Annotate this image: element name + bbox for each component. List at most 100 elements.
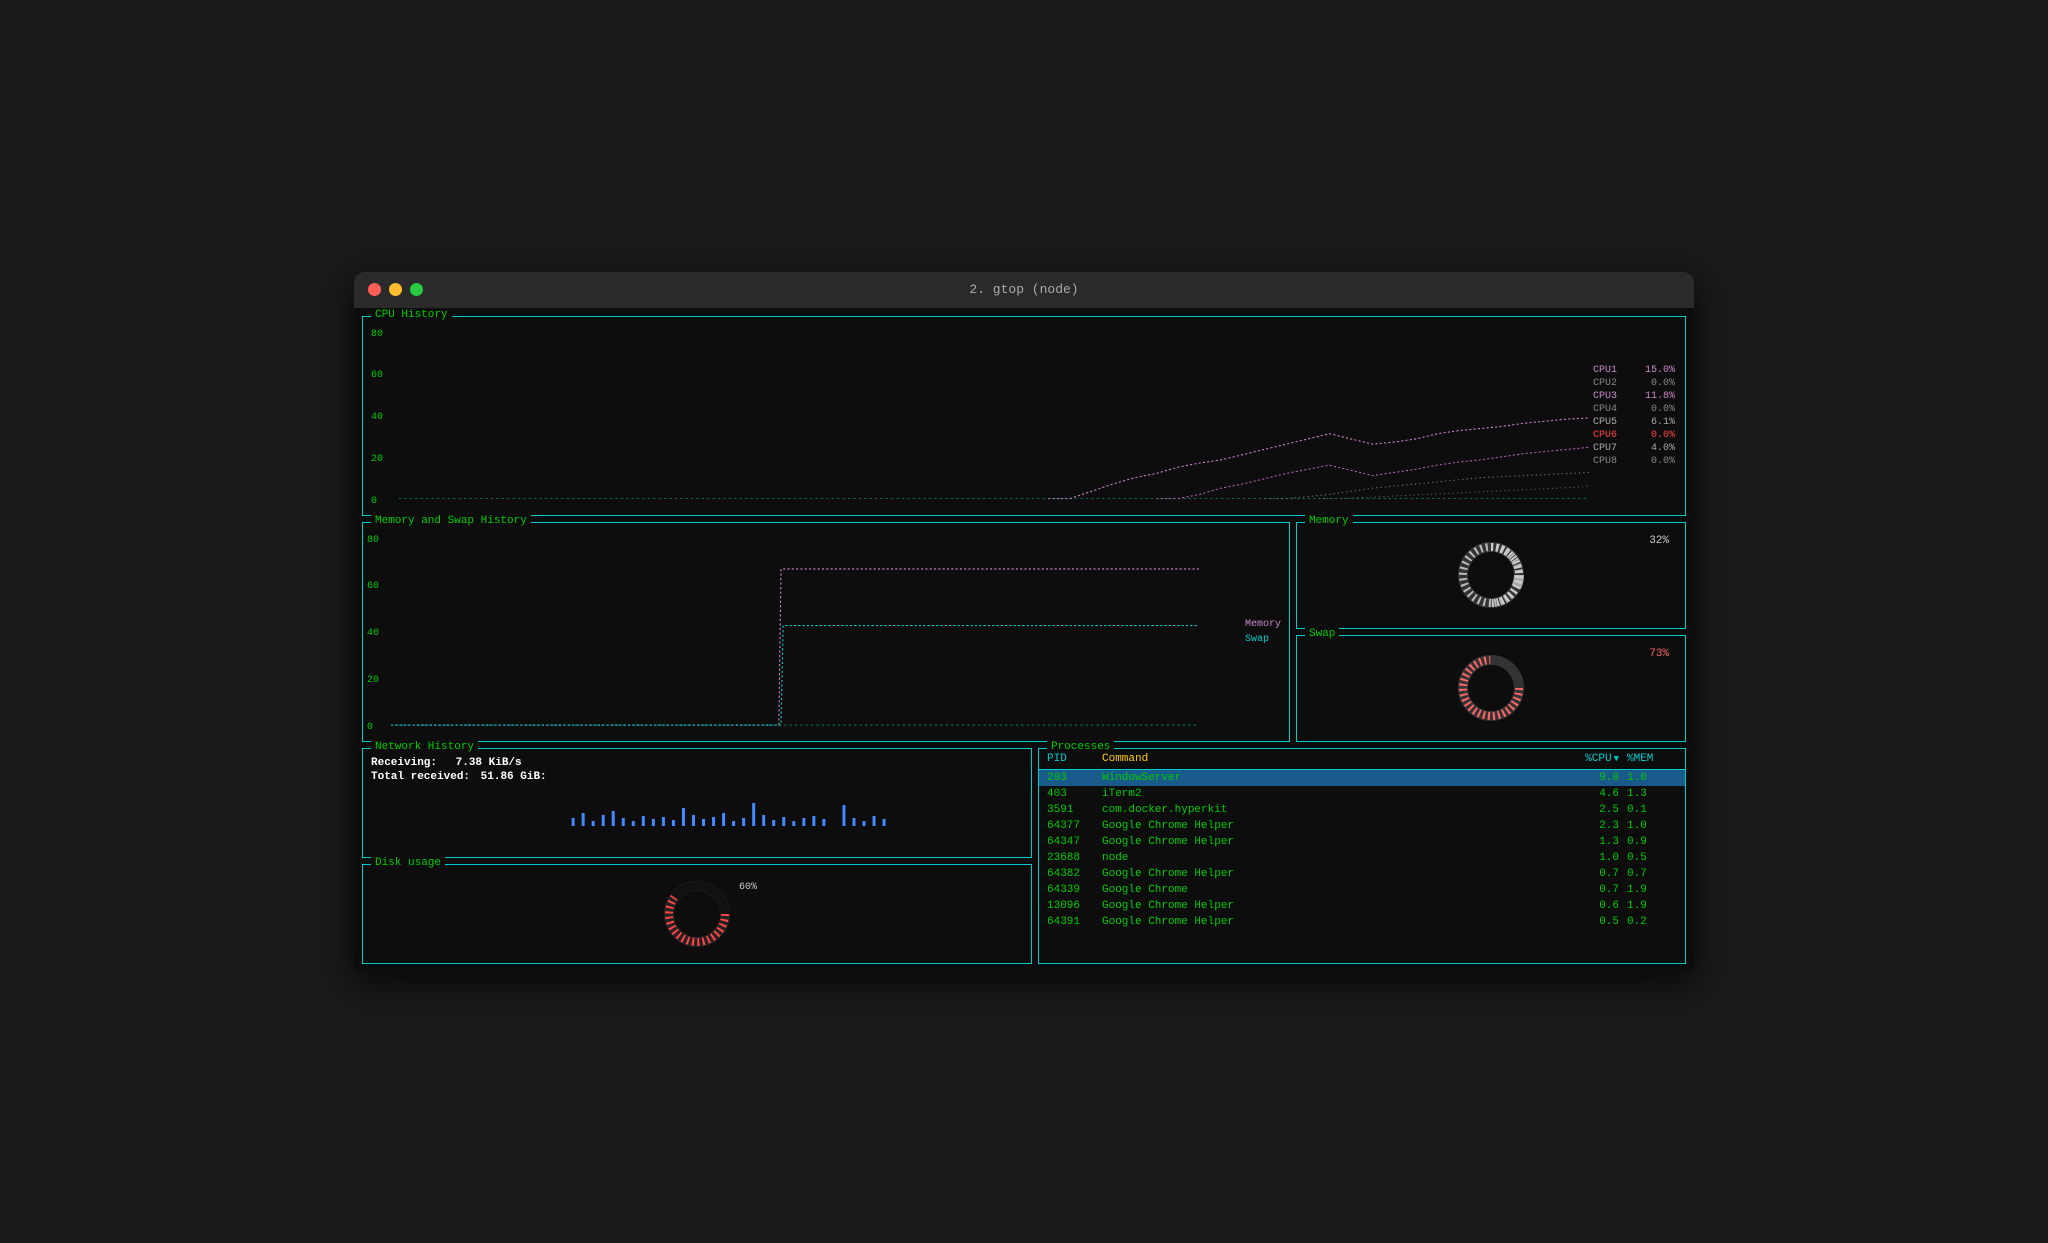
y-label-80: 80 bbox=[371, 329, 383, 340]
receiving-value: 7.38 KiB/s bbox=[456, 757, 522, 769]
y-label-60: 60 bbox=[371, 370, 383, 381]
receiving-label: Receiving: bbox=[371, 757, 437, 769]
proc-command: WindowServer bbox=[1102, 772, 1567, 784]
proc-pid: 13096 bbox=[1047, 900, 1102, 912]
table-row[interactable]: 64382 Google Chrome Helper 0.7 0.7 bbox=[1039, 866, 1685, 882]
swap-panel: Swap 73% bbox=[1296, 635, 1686, 742]
total-line: Total received: 51.86 GiB: bbox=[371, 771, 1023, 783]
memory-panel: Memory /* dots rendered below */ bbox=[1296, 522, 1686, 629]
table-row[interactable]: 13096 Google Chrome Helper 0.6 1.9 bbox=[1039, 898, 1685, 914]
legend-cpu4: CPU4 0.0% bbox=[1593, 404, 1675, 415]
proc-cpu: 2.3 bbox=[1567, 820, 1627, 832]
proc-command: Google Chrome Helper bbox=[1102, 900, 1567, 912]
proc-mem: 1.0 bbox=[1627, 772, 1677, 784]
swap-donut bbox=[1451, 648, 1531, 728]
net-disk-col: Network History Receiving: 7.38 KiB/s To… bbox=[362, 748, 1032, 964]
proc-mem: 0.7 bbox=[1627, 868, 1677, 880]
legend-cpu1: CPU1 15.0% bbox=[1593, 365, 1675, 376]
proc-cpu: 0.7 bbox=[1567, 884, 1627, 896]
main-window: 2. gtop (node) CPU History 80 60 40 20 0 bbox=[354, 272, 1694, 972]
proc-cpu: 1.3 bbox=[1567, 836, 1627, 848]
proc-mem: 0.5 bbox=[1627, 852, 1677, 864]
proc-mem: 0.2 bbox=[1627, 916, 1677, 928]
proc-pid: 203 bbox=[1047, 772, 1102, 784]
processes-panel: Processes PID Command %CPU ▼ %MEM 203 Wi… bbox=[1038, 748, 1686, 964]
cpu-y-axis: 80 60 40 20 0 bbox=[371, 329, 383, 507]
disk-donut bbox=[657, 874, 737, 954]
proc-cpu: 0.7 bbox=[1567, 868, 1627, 880]
minimize-button[interactable] bbox=[389, 283, 402, 296]
network-graph bbox=[371, 793, 1023, 828]
disk-title: Disk usage bbox=[371, 857, 445, 869]
table-row[interactable]: 23688 node 1.0 0.5 bbox=[1039, 850, 1685, 866]
traffic-lights bbox=[368, 283, 423, 296]
legend-cpu7: CPU7 4.0% bbox=[1593, 443, 1675, 454]
proc-table-header: PID Command %CPU ▼ %MEM bbox=[1039, 749, 1685, 770]
proc-pid: 3591 bbox=[1047, 804, 1102, 816]
network-info: Receiving: 7.38 KiB/s Total received: 51… bbox=[371, 753, 1023, 789]
mem-y-axis: 80 60 40 20 0 bbox=[367, 535, 379, 733]
proc-pid: 23688 bbox=[1047, 852, 1102, 864]
mem-graph-svg bbox=[391, 535, 1199, 733]
header-command: Command bbox=[1102, 753, 1567, 765]
header-pid: PID bbox=[1047, 753, 1102, 765]
receiving-line: Receiving: 7.38 KiB/s bbox=[371, 757, 1023, 769]
proc-cpu: 1.0 bbox=[1567, 852, 1627, 864]
network-panel: Network History Receiving: 7.38 KiB/s To… bbox=[362, 748, 1032, 858]
proc-mem: 1.0 bbox=[1627, 820, 1677, 832]
legend-cpu5: CPU5 6.1% bbox=[1593, 417, 1675, 428]
table-row[interactable]: 64339 Google Chrome 0.7 1.9 bbox=[1039, 882, 1685, 898]
proc-command: Google Chrome Helper bbox=[1102, 836, 1567, 848]
legend-cpu8: CPU8 0.0% bbox=[1593, 456, 1675, 467]
processes-title: Processes bbox=[1047, 741, 1114, 753]
mem-history-panel: Memory and Swap History 80 60 40 20 0 Me… bbox=[362, 522, 1290, 742]
table-row[interactable]: 64347 Google Chrome Helper 1.3 0.9 bbox=[1039, 834, 1685, 850]
network-title: Network History bbox=[371, 741, 478, 753]
proc-command: Google Chrome bbox=[1102, 884, 1567, 896]
proc-pid: 64339 bbox=[1047, 884, 1102, 896]
proc-mem: 0.9 bbox=[1627, 836, 1677, 848]
proc-command: Google Chrome Helper bbox=[1102, 868, 1567, 880]
swap-title: Swap bbox=[1305, 628, 1339, 640]
net-proc-row: Network History Receiving: 7.38 KiB/s To… bbox=[362, 748, 1686, 964]
proc-pid: 64391 bbox=[1047, 916, 1102, 928]
close-button[interactable] bbox=[368, 283, 381, 296]
table-row[interactable]: 3591 com.docker.hyperkit 2.5 0.1 bbox=[1039, 802, 1685, 818]
proc-mem: 1.9 bbox=[1627, 900, 1677, 912]
proc-table-body: 203 WindowServer 9.0 1.0 403 iTerm2 4.6 … bbox=[1039, 770, 1685, 930]
header-cpu: %CPU ▼ bbox=[1567, 753, 1627, 765]
mem-right-panels: Memory /* dots rendered below */ bbox=[1296, 522, 1686, 742]
y-label-0: 0 bbox=[371, 496, 383, 507]
proc-cpu: 9.0 bbox=[1567, 772, 1627, 784]
proc-mem: 1.3 bbox=[1627, 788, 1677, 800]
table-row[interactable]: 64377 Google Chrome Helper 2.3 1.0 bbox=[1039, 818, 1685, 834]
header-cpu-label: %CPU bbox=[1585, 753, 1611, 765]
proc-command: Google Chrome Helper bbox=[1102, 916, 1567, 928]
maximize-button[interactable] bbox=[410, 283, 423, 296]
proc-pid: 64377 bbox=[1047, 820, 1102, 832]
cpu-history-panel: CPU History 80 60 40 20 0 bbox=[362, 316, 1686, 516]
swap-value: 73% bbox=[1649, 648, 1669, 660]
memory-value: 32% bbox=[1649, 535, 1669, 547]
content: CPU History 80 60 40 20 0 bbox=[354, 308, 1694, 972]
proc-cpu: 0.5 bbox=[1567, 916, 1627, 928]
table-row[interactable]: 403 iTerm2 4.6 1.3 bbox=[1039, 786, 1685, 802]
disk-panel: Disk usage 60% bbox=[362, 864, 1032, 964]
proc-pid: 403 bbox=[1047, 788, 1102, 800]
proc-command: iTerm2 bbox=[1102, 788, 1567, 800]
mem-history-title: Memory and Swap History bbox=[371, 515, 531, 527]
cpu-history-title: CPU History bbox=[371, 309, 452, 321]
disk-value: 60% bbox=[739, 882, 757, 893]
proc-cpu: 4.6 bbox=[1567, 788, 1627, 800]
y-label-40: 40 bbox=[371, 412, 383, 423]
legend-cpu2: CPU2 0.0% bbox=[1593, 378, 1675, 389]
proc-cpu: 0.6 bbox=[1567, 900, 1627, 912]
header-mem: %MEM bbox=[1627, 753, 1677, 765]
proc-mem: 0.1 bbox=[1627, 804, 1677, 816]
memory-donut: /* dots rendered below */ bbox=[1451, 535, 1531, 615]
sort-arrow-icon: ▼ bbox=[1614, 754, 1619, 764]
total-label: Total received: bbox=[371, 771, 470, 783]
table-row[interactable]: 203 WindowServer 9.0 1.0 bbox=[1039, 770, 1685, 786]
proc-cpu: 2.5 bbox=[1567, 804, 1627, 816]
table-row[interactable]: 64391 Google Chrome Helper 0.5 0.2 bbox=[1039, 914, 1685, 930]
